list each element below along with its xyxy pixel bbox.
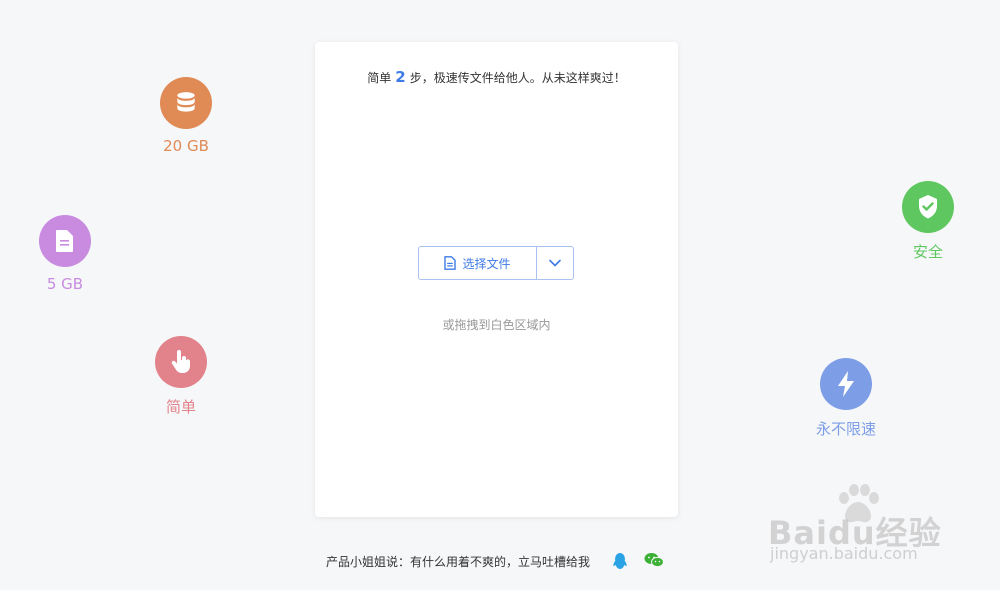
feedback-text: 产品小姐姐说：有什么用着不爽的，立马吐槽给我	[326, 554, 591, 569]
hand-pointer-icon	[155, 336, 207, 388]
headline-prefix: 简单	[367, 71, 392, 85]
lightning-icon	[820, 358, 872, 410]
upload-drop-zone[interactable]: 简单 2 步，极速传文件给他人。从未这样爽过！ 选择文件 或拖拽到白色区域内	[315, 42, 678, 517]
select-file-label: 选择文件	[462, 256, 511, 271]
headline-suffix: 步，极速传文件给他人。从未这样爽过！	[409, 71, 626, 85]
feature-storage-5gb: 5 GB	[5, 215, 125, 293]
feature-label: 简单	[165, 398, 196, 416]
feedback-icons	[612, 552, 665, 570]
headline-step-count: 2	[395, 68, 406, 86]
feature-label: 永不限速	[815, 420, 876, 438]
feature-label: 20 GB	[163, 137, 209, 155]
watermark-url: jingyan.baidu.com	[770, 544, 918, 563]
chevron-down-icon	[549, 259, 561, 267]
document-icon	[39, 215, 91, 267]
shield-check-icon	[902, 181, 954, 233]
wechat-icon[interactable]	[644, 552, 665, 570]
feature-secure: 安全	[868, 181, 988, 262]
upload-options-dropdown[interactable]	[537, 247, 573, 279]
database-icon	[160, 77, 212, 129]
feature-simple: 简单	[121, 336, 241, 417]
select-file-button[interactable]: 选择文件	[419, 247, 537, 279]
feature-label: 安全	[912, 243, 943, 261]
feature-label: 5 GB	[46, 275, 84, 293]
feature-speed: 永不限速	[786, 358, 906, 439]
drag-hint: 或拖拽到白色区域内	[442, 318, 551, 332]
file-icon	[444, 256, 457, 270]
file-select-group: 选择文件	[418, 246, 574, 280]
feature-storage-20gb: 20 GB	[126, 77, 246, 155]
footer: 产品小姐姐说：有什么用着不爽的，立马吐槽给我	[326, 552, 665, 570]
headline: 简单 2 步，极速传文件给他人。从未这样爽过！	[315, 68, 678, 86]
qq-icon[interactable]	[612, 552, 628, 570]
baidu-jingyan-watermark: Baidu经验 jingyan.baidu.com	[768, 482, 948, 572]
